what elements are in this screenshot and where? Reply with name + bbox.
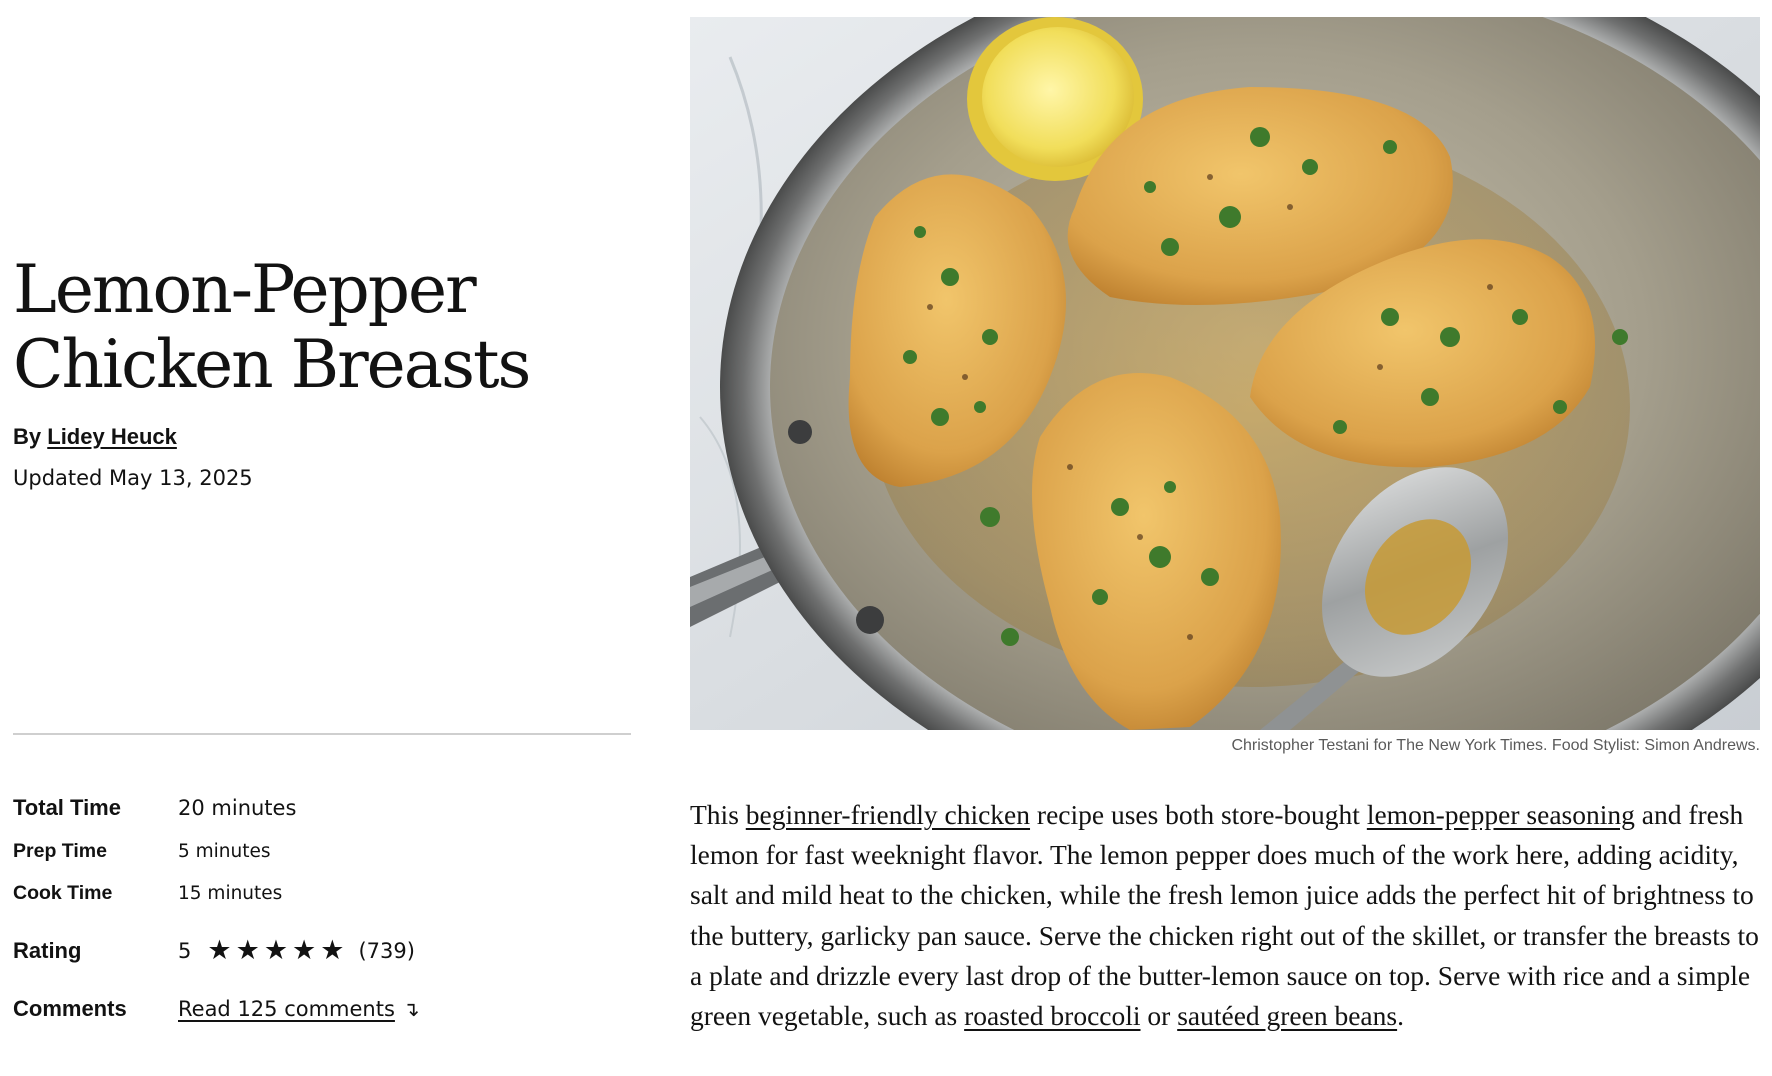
comments-row: Comments Read 125 comments ↴ (13, 994, 633, 1024)
total-time-value: 20 minutes (178, 796, 297, 820)
photo-credit: Christopher Testani for The New York Tim… (1231, 737, 1760, 754)
desc-text-2: recipe uses both store-bought (1030, 799, 1367, 830)
beginner-friendly-chicken-link[interactable]: beginner-friendly chicken (746, 799, 1030, 830)
desc-text-4: or (1140, 1000, 1178, 1032)
rating-row: Rating 5 ★ ★ ★ ★ ★ (739) (13, 936, 633, 966)
updated-date: Updated May 13, 2025 (13, 466, 253, 490)
total-time-label: Total Time (13, 795, 121, 820)
rating-value[interactable]: 5 ★ ★ ★ ★ ★ (739) (178, 936, 415, 966)
desc-text-5: . (1397, 1000, 1404, 1032)
desc-text-3: and fresh lemon for fast weeknight flavo… (690, 799, 1759, 1032)
desc-text-1: This (690, 799, 746, 830)
total-time-row: Total Time 20 minutes (13, 793, 633, 823)
recipe-title: Lemon-Pepper Chicken Breasts (13, 252, 573, 402)
star-icon: ★ (292, 935, 317, 966)
divider (13, 733, 631, 735)
recipe-title-line-1: Lemon-Pepper (13, 251, 477, 328)
prep-time-value: 5 minutes (178, 840, 271, 862)
recipe-description: This beginner-friendly chicken recipe us… (690, 795, 1762, 1036)
sauteed-green-beans-link[interactable]: sautéed green beans (1177, 1000, 1397, 1031)
arrow-down-icon[interactable]: ↴ (403, 997, 420, 1021)
cook-time-value: 15 minutes (178, 882, 283, 904)
comments-label: Comments (13, 996, 127, 1021)
cook-time-row: Cook Time 15 minutes (13, 878, 633, 908)
rating-count: (739) (358, 939, 415, 963)
comments-value: Read 125 comments ↴ (178, 997, 420, 1021)
rating-label: Rating (13, 938, 82, 963)
author-link[interactable]: Lidey Heuck (47, 424, 177, 449)
star-icon: ★ (235, 935, 260, 966)
prep-time-row: Prep Time 5 minutes (13, 836, 633, 866)
recipe-photo (690, 17, 1760, 730)
prep-time-label: Prep Time (13, 839, 107, 862)
byline: By Lidey Heuck (13, 424, 177, 450)
star-icon: ★ (207, 935, 232, 966)
recipe-header: Lemon-Pepper Chicken Breasts By Lidey Heu… (13, 0, 633, 1076)
recipe-photo-illustration (690, 17, 1760, 730)
read-comments-link[interactable]: Read 125 comments (178, 997, 395, 1021)
rating-score: 5 (178, 939, 192, 963)
rating-stars: ★ ★ ★ ★ ★ (207, 936, 344, 966)
recipe-title-line-2: Chicken Breasts (13, 326, 531, 403)
star-icon: ★ (320, 935, 345, 966)
roasted-broccoli-link[interactable]: roasted broccoli (964, 1000, 1140, 1031)
lemon-pepper-seasoning-link[interactable]: lemon-pepper seasoning (1367, 799, 1635, 830)
star-icon: ★ (263, 935, 289, 966)
cook-time-label: Cook Time (13, 881, 113, 904)
byline-prefix: By (13, 424, 42, 449)
